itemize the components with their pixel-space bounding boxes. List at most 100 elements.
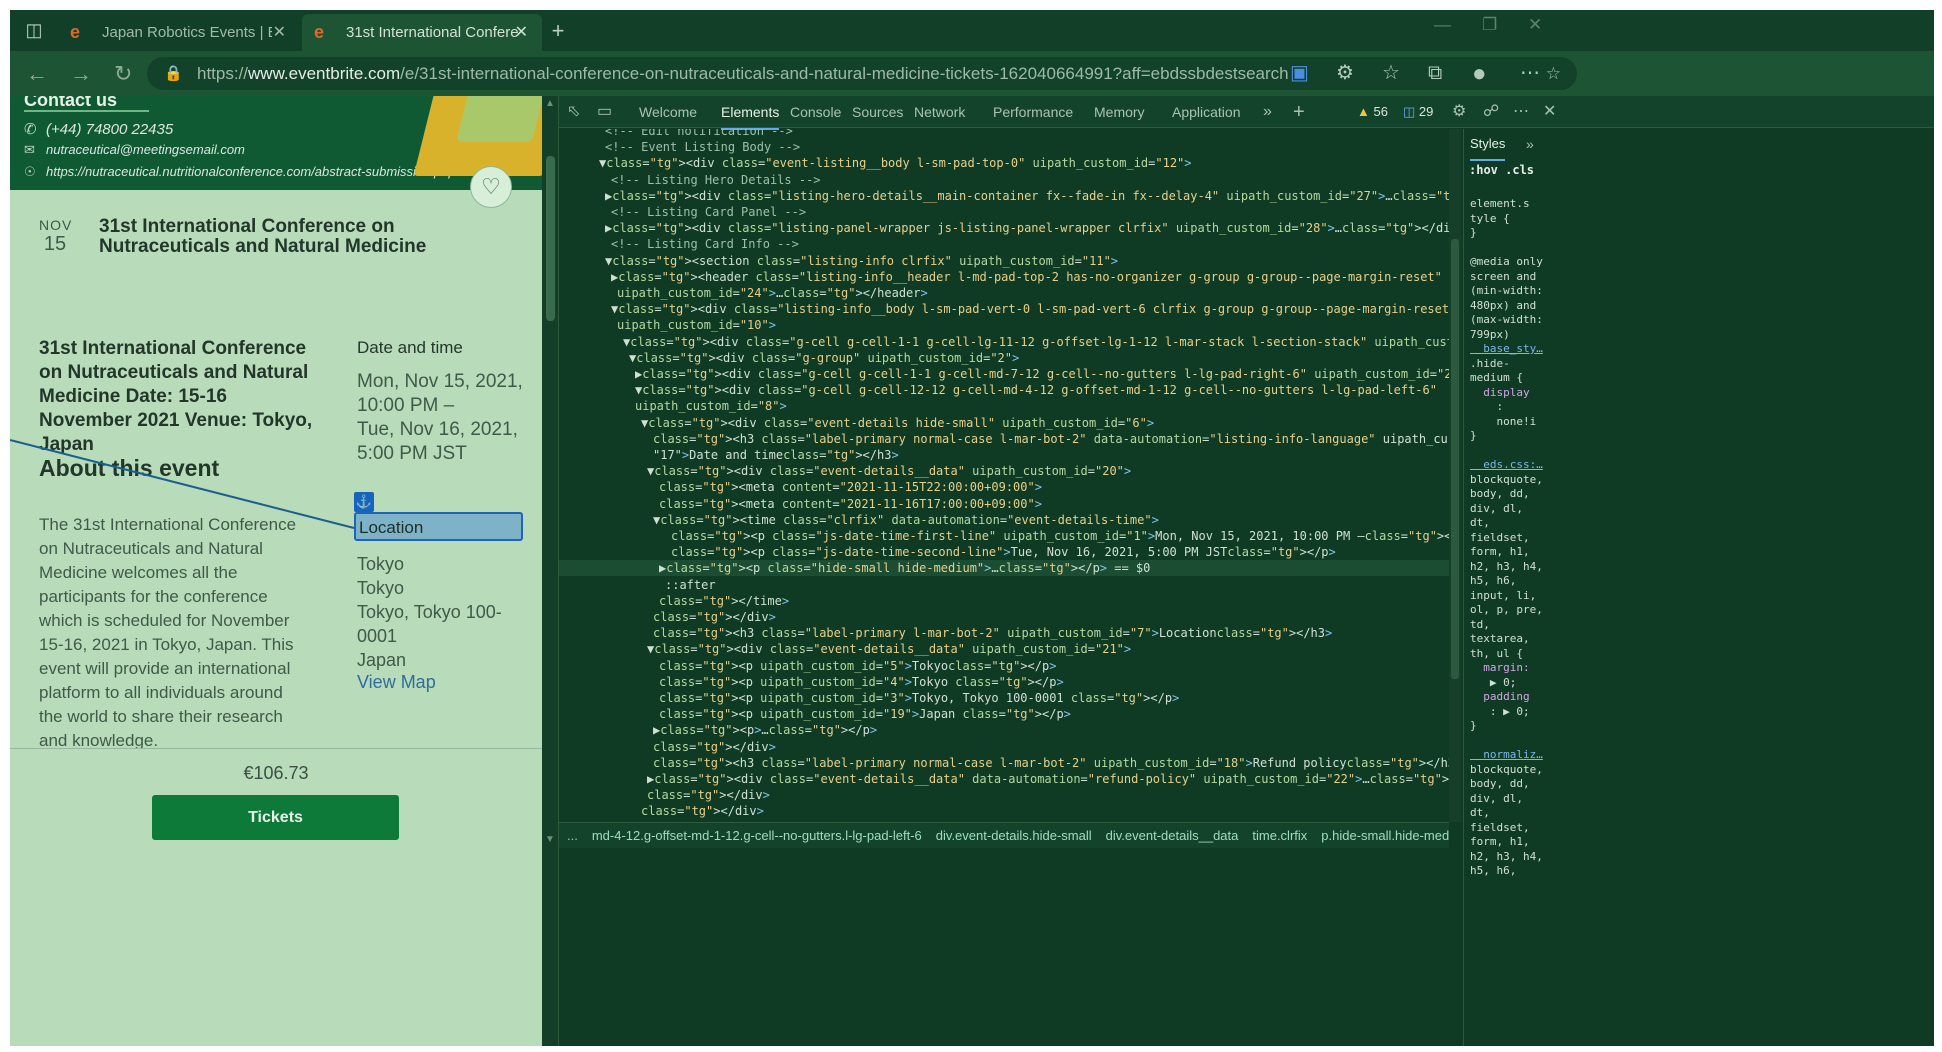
- profile-avatar-icon[interactable]: ●: [1472, 51, 1487, 96]
- dom-node-line[interactable]: class="tg"></time>: [659, 593, 789, 609]
- breadcrumb-item[interactable]: ...: [567, 828, 578, 843]
- dom-node-line[interactable]: class="tg"></div>: [653, 739, 776, 755]
- breadcrumb-item[interactable]: time.clrfix: [1252, 828, 1307, 843]
- dom-node-line[interactable]: uipath_custom_id="24">…class="tg"></head…: [617, 285, 928, 301]
- dom-node-line[interactable]: ▼class="tg"><div class="g-cell g-cell-12…: [635, 382, 1437, 398]
- collections-icon[interactable]: ⧉: [1428, 51, 1442, 96]
- favorite-star-icon[interactable]: ☆: [1546, 57, 1561, 90]
- tab-elements[interactable]: Elements: [721, 96, 780, 130]
- tab-actions-icon[interactable]: ◫: [22, 10, 46, 51]
- dom-scrollbar[interactable]: [1449, 129, 1461, 822]
- dom-comment-line[interactable]: <!-- Listing Card Panel -->: [611, 204, 806, 220]
- close-window-icon[interactable]: ✕: [1528, 10, 1542, 40]
- dom-node-line[interactable]: ▶class="tg"><div class="event-details__d…: [647, 771, 1449, 787]
- dom-node-line[interactable]: ▶class="tg"><div class="listing-hero-det…: [605, 188, 1449, 204]
- close-tab-icon[interactable]: ✕: [515, 14, 528, 51]
- settings-gear-icon[interactable]: ⚙: [1452, 96, 1466, 128]
- dom-node-line[interactable]: ▼class="tg"><div class="g-cell g-cell-1-…: [623, 334, 1449, 350]
- tab-network[interactable]: Network: [914, 96, 965, 128]
- dom-node-line[interactable]: class="tg"><p uipath_custom_id="5">Tokyo…: [659, 658, 1056, 674]
- styles-filter[interactable]: :hov .cls: [1469, 163, 1534, 177]
- tab-conference[interactable]: e 31st International Conference on Nutra…: [302, 14, 542, 51]
- tab-sources[interactable]: Sources: [852, 96, 903, 128]
- dom-node-line[interactable]: ▼class="tg"><time class="clrfix" data-au…: [653, 512, 1159, 528]
- view-map-link[interactable]: View Map: [357, 672, 436, 693]
- dom-node-line[interactable]: class="tg"><meta content="2021-11-16T17:…: [659, 496, 1042, 512]
- scroll-down-icon[interactable]: ▼: [545, 834, 555, 845]
- new-tab-icon[interactable]: +: [546, 10, 570, 51]
- forward-icon[interactable]: →: [70, 51, 92, 96]
- like-heart-icon[interactable]: ♡: [470, 166, 512, 208]
- close-devtools-icon[interactable]: ✕: [1543, 96, 1556, 128]
- tab-application[interactable]: Application: [1172, 96, 1241, 128]
- more-menu-icon[interactable]: ⋯: [1520, 51, 1540, 96]
- restore-icon[interactable]: ❐: [1482, 10, 1497, 40]
- dom-node-line[interactable]: class="tg"><p class="js-date-time-second…: [671, 544, 1336, 560]
- anchor-icon[interactable]: ⚓: [354, 492, 374, 512]
- dom-tree[interactable]: <!-- Edit notification --> <!-- Event Lis…: [559, 129, 1449, 1046]
- dom-node-line[interactable]: ▶class="tg"><div class="listing-panel-wr…: [605, 220, 1449, 236]
- dom-node-line[interactable]: class="tg"><p uipath_custom_id="3">Tokyo…: [659, 690, 1179, 706]
- dom-node-line[interactable]: ▼class="tg"><section class="listing-info…: [605, 253, 1118, 269]
- dom-node-line[interactable]: class="tg"><p uipath_custom_id="19">Japa…: [659, 706, 1071, 722]
- dom-node-line[interactable]: class="tg"><p class="js-date-time-first-…: [671, 528, 1449, 544]
- dom-node-line[interactable]: class="tg"></div>: [653, 609, 776, 625]
- dom-node-line[interactable]: class="tg"><h3 class="label-primary norm…: [653, 431, 1449, 447]
- dom-node-line[interactable]: uipath_custom_id="8">: [635, 398, 787, 414]
- tab-japan-robotics[interactable]: e Japan Robotics Events | Eventbrite ✕: [58, 14, 300, 51]
- inspect-element-icon[interactable]: ⬁: [567, 96, 580, 128]
- dom-node-line[interactable]: ▼class="tg"><div class="g-group" uipath_…: [629, 350, 1019, 366]
- scroll-thumb[interactable]: [546, 156, 555, 321]
- breadcrumb-item[interactable]: p.hide-small.hide-medium: [1321, 828, 1449, 843]
- location-heading-highlight[interactable]: Location: [354, 512, 523, 541]
- dom-node-line[interactable]: uipath_custom_id="10">: [617, 317, 776, 333]
- dom-node-line[interactable]: class="tg"><meta content="2021-11-15T22:…: [659, 479, 1042, 495]
- messages-badge[interactable]: ◫ 29: [1399, 102, 1437, 122]
- back-icon[interactable]: ←: [26, 51, 48, 96]
- tab-performance[interactable]: Performance: [993, 96, 1073, 128]
- contact-website[interactable]: ☉ https://nutraceutical.nutritionalconfer…: [24, 164, 456, 180]
- add-tool-icon[interactable]: +: [1293, 96, 1305, 128]
- tickets-button[interactable]: Tickets: [152, 795, 399, 840]
- contact-email[interactable]: ✉ nutraceutical@meetingsemail.com: [24, 142, 245, 158]
- website-text[interactable]: https://nutraceutical.nutritionalconfere…: [46, 164, 456, 179]
- dom-scroll-thumb[interactable]: [1451, 239, 1459, 679]
- device-emulation-icon[interactable]: ▭: [597, 96, 612, 128]
- lock-icon[interactable]: 🔒: [164, 57, 183, 90]
- address-bar[interactable]: 🔒 https://www.eventbrite.com/e/31st-inte…: [147, 57, 1577, 90]
- scroll-up-icon[interactable]: ▲: [545, 98, 555, 109]
- tab-styles[interactable]: Styles: [1470, 129, 1506, 161]
- breadcrumb-item[interactable]: md-4-12.g-offset-md-1-12.g-cell--no-gutt…: [592, 828, 922, 843]
- uipath-extension-icon[interactable]: ▣: [1290, 51, 1309, 96]
- warnings-badge[interactable]: ▲ 56: [1353, 102, 1392, 122]
- extensions-icon[interactable]: ⚙: [1336, 51, 1354, 96]
- tab-console[interactable]: Console: [790, 96, 841, 128]
- dom-node-line[interactable]: class="tg"><p uipath_custom_id="4">Tokyo…: [659, 674, 1064, 690]
- tab-memory[interactable]: Memory: [1094, 96, 1145, 128]
- favorites-icon[interactable]: ☆: [1382, 51, 1400, 96]
- breadcrumb-item[interactable]: div.event-details__data: [1106, 828, 1239, 843]
- dom-comment-line[interactable]: <!-- Edit notification -->: [605, 129, 793, 139]
- dom-node-line[interactable]: ▶class="tg"><p class="hide-small hide-me…: [559, 560, 1449, 577]
- close-tab-icon[interactable]: ✕: [273, 14, 286, 51]
- dom-node-line[interactable]: ▼class="tg"><div class="listing-info__bo…: [611, 301, 1449, 317]
- email-text[interactable]: nutraceutical@meetingsemail.com: [46, 142, 245, 157]
- dom-node-line[interactable]: class="tg"></div>: [647, 787, 770, 803]
- dom-node-line[interactable]: ▶class="tg"><div class="g-cell g-cell-1-…: [635, 366, 1449, 382]
- dom-comment-line[interactable]: <!-- Event Listing Body -->: [605, 139, 800, 155]
- dom-node-line[interactable]: "17">Date and timeclass="tg"></h3>: [653, 447, 899, 463]
- styles-more-icon[interactable]: »: [1526, 129, 1534, 159]
- dom-node-line[interactable]: ▼class="tg"><div class="event-details hi…: [641, 415, 1154, 431]
- breadcrumb-item[interactable]: div.event-details.hide-small: [936, 828, 1092, 843]
- dom-node-line[interactable]: class="tg"></div>: [641, 803, 764, 819]
- dom-comment-line[interactable]: <!-- Listing Card Info -->: [611, 236, 799, 252]
- dom-node-line[interactable]: ▼class="tg"><div class="event-details__d…: [647, 463, 1131, 479]
- refresh-icon[interactable]: ↻: [114, 51, 132, 96]
- dom-node-line[interactable]: ▶class="tg"><p>…class="tg"></p>: [653, 722, 877, 738]
- dom-comment-line[interactable]: <!-- Listing Hero Details -->: [611, 172, 821, 188]
- dom-node-line[interactable]: ▼class="tg"><div class="event-listing__b…: [599, 155, 1192, 171]
- minimize-icon[interactable]: —: [1434, 10, 1451, 40]
- dom-node-line[interactable]: ::after: [665, 577, 716, 593]
- dom-node-line[interactable]: class="tg"><h3 class="label-primary norm…: [653, 755, 1449, 771]
- dom-node-line[interactable]: class="tg"><h3 class="label-primary l-ma…: [653, 625, 1332, 641]
